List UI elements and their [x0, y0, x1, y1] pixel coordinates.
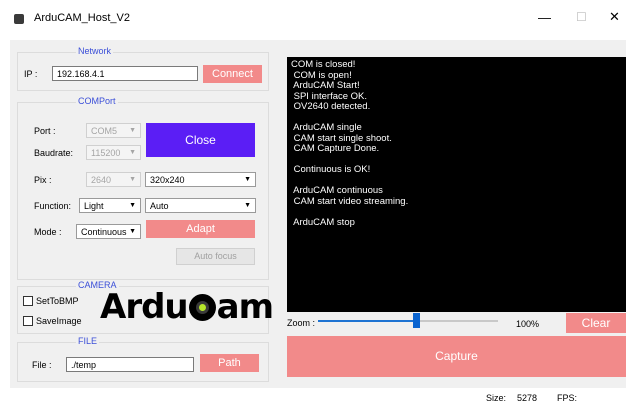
save-image-label: SaveImage — [36, 316, 82, 326]
title-bar: ArduCAM_Host_V2 — ☐ ✕ — [0, 0, 626, 40]
chevron-down-icon: ▼ — [129, 202, 136, 209]
chevron-down-icon: ▼ — [129, 149, 136, 156]
logo-camera-icon — [188, 294, 216, 321]
port-select[interactable]: COM5 ▼ — [86, 123, 141, 138]
maximize-icon[interactable]: ☐ — [576, 10, 587, 24]
set-to-bmp-label: SetToBMP — [36, 296, 79, 306]
log-console[interactable]: COM is closed! COM is open! ArduCAM Star… — [287, 57, 626, 312]
file-label: File : — [32, 360, 52, 370]
logo-text-right: am — [216, 287, 274, 327]
capture-button[interactable]: Capture — [287, 336, 626, 377]
pix-select[interactable]: 2640 ▼ — [86, 172, 141, 187]
mode-select[interactable]: Continuous ▼ — [76, 224, 141, 239]
function-label: Function: — [34, 201, 72, 211]
function-select[interactable]: Light ▼ — [79, 198, 141, 213]
pix-value: 2640 — [91, 175, 112, 185]
comport-group-title: COMPort — [76, 96, 118, 106]
auto-focus-button[interactable]: Auto focus — [176, 248, 255, 265]
port-label: Port : — [34, 126, 56, 136]
connect-button[interactable]: Connect — [203, 65, 262, 83]
baudrate-label: Baudrate: — [34, 148, 74, 158]
file-group-title: FILE — [76, 336, 100, 346]
pix-label: Pix : — [34, 175, 52, 185]
zoom-label: Zoom : — [287, 318, 316, 328]
resolution-value: 320x240 — [150, 175, 185, 185]
function-value: Light — [84, 201, 104, 211]
baudrate-value: 115200 — [91, 148, 121, 158]
chevron-down-icon: ▼ — [244, 176, 251, 183]
port-value: COM5 — [91, 126, 118, 136]
close-icon[interactable]: ✕ — [609, 9, 620, 25]
function-mode-value: Auto — [150, 201, 169, 211]
adapt-button[interactable]: Adapt — [146, 220, 255, 238]
baudrate-select[interactable]: 115200 ▼ — [86, 145, 141, 160]
ip-input[interactable] — [52, 66, 198, 81]
logo-text-left: Ardu — [100, 287, 189, 327]
zoom-slider-handle[interactable] — [413, 313, 420, 328]
clear-button[interactable]: Clear — [566, 313, 626, 333]
minimize-icon[interactable]: — — [538, 10, 551, 25]
chevron-down-icon: ▼ — [244, 202, 251, 209]
function-mode-select[interactable]: Auto ▼ — [145, 198, 256, 213]
ip-label: IP : — [24, 69, 38, 79]
mode-label: Mode : — [34, 227, 62, 237]
resolution-select[interactable]: 320x240 ▼ — [145, 172, 256, 187]
window-title: ArduCAM_Host_V2 — [34, 12, 130, 24]
zoom-slider-fill — [318, 320, 415, 322]
chevron-down-icon: ▼ — [129, 127, 136, 134]
network-group-title: Network — [76, 46, 114, 56]
set-to-bmp-checkbox[interactable] — [23, 296, 33, 306]
chevron-down-icon: ▼ — [129, 176, 136, 183]
file-path-input[interactable] — [66, 357, 194, 372]
chevron-down-icon: ▼ — [129, 228, 136, 235]
arducam-logo: Ardu am — [100, 287, 274, 327]
app-icon — [14, 14, 24, 24]
mode-value: Continuous — [81, 227, 127, 237]
save-image-checkbox[interactable] — [23, 316, 33, 326]
path-button[interactable]: Path — [200, 354, 259, 372]
close-port-button[interactable]: Close — [146, 123, 255, 157]
zoom-value: 100% — [516, 319, 540, 329]
